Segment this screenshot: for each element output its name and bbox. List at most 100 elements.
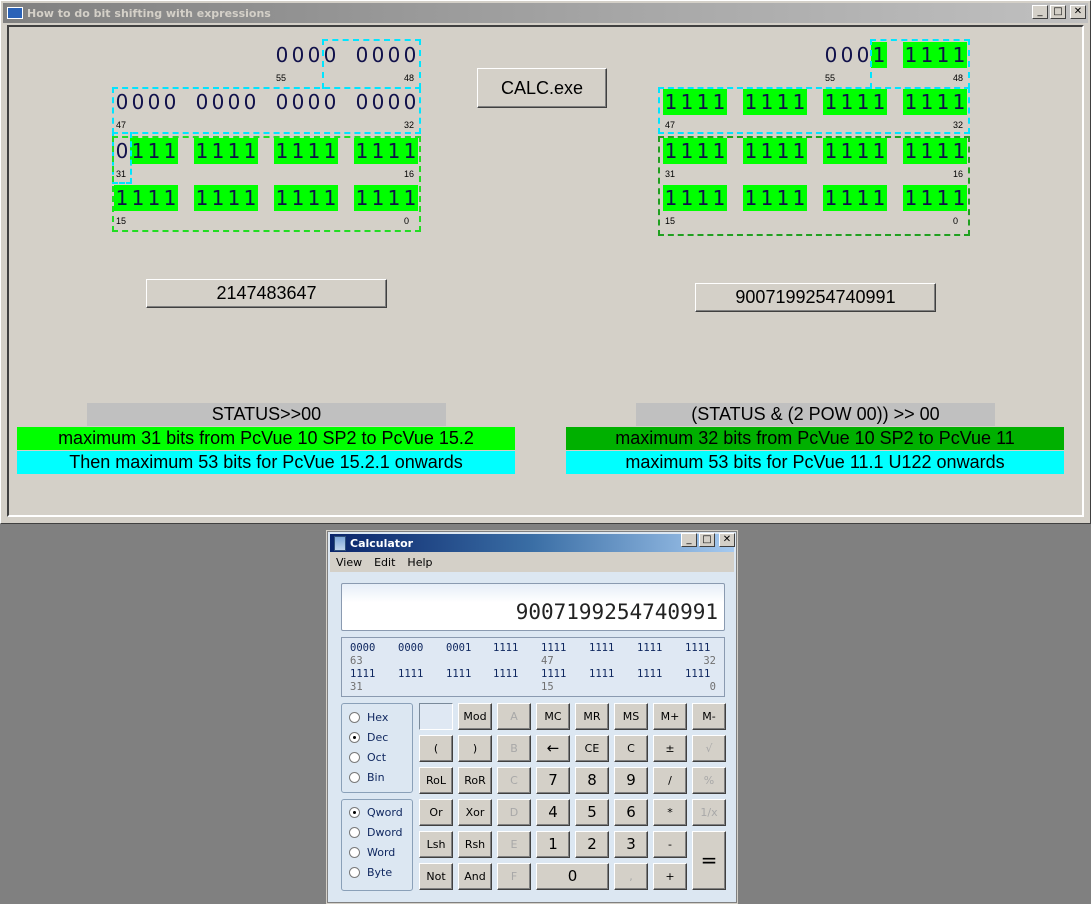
right-note-green: maximum 32 bits from PcVue 10 SP2 to PcV…	[566, 427, 1064, 450]
menu-help[interactable]: Help	[407, 556, 432, 569]
calc-button-back[interactable]: ←	[536, 735, 570, 762]
calc-button-n2[interactable]: 2	[575, 831, 609, 858]
calc-exe-button[interactable]: CALC.exe	[477, 68, 607, 108]
calc-button-pm[interactable]: ±	[653, 735, 687, 762]
radio-label: Hex	[367, 711, 389, 724]
calc-button-cc[interactable]: C	[497, 767, 531, 794]
calc-button-pct[interactable]: %	[692, 767, 726, 794]
main-titlebar[interactable]: How to do bit shifting with expressions	[3, 3, 1088, 23]
radio-label: Qword	[367, 806, 403, 819]
right-note-cyan: maximum 53 bits for PcVue 11.1 U122 onwa…	[566, 451, 1064, 474]
calc-close-button[interactable]: ✕	[719, 533, 735, 547]
radio-label: Oct	[367, 751, 387, 764]
calc-button-sqrt[interactable]: √	[692, 735, 726, 762]
calc-button-mul[interactable]: *	[653, 799, 687, 826]
radio-dword[interactable]: Dword	[349, 826, 403, 839]
radio-bin[interactable]: Bin	[349, 771, 385, 784]
radio-label: Bin	[367, 771, 385, 784]
calc-button-n0[interactable]: 0	[536, 863, 609, 890]
calc-button-add[interactable]: +	[653, 863, 687, 890]
calc-button-and[interactable]: And	[458, 863, 492, 890]
calculator-titlebar[interactable]: Calculator	[330, 534, 734, 552]
bit-cell: 0	[275, 43, 289, 67]
calc-button-n4[interactable]: 4	[536, 799, 570, 826]
calc-button-n3[interactable]: 3	[614, 831, 648, 858]
calc-button-ms[interactable]: MS	[614, 703, 648, 730]
radio-circle-icon[interactable]	[349, 712, 360, 723]
calc-button-div[interactable]: /	[653, 767, 687, 794]
radio-label: Dec	[367, 731, 389, 744]
window-controls: _ □ ✕	[1032, 5, 1086, 19]
calc-button-rol[interactable]: RoL	[419, 767, 453, 794]
left-note-green: maximum 31 bits from PcVue 10 SP2 to PcV…	[17, 427, 515, 450]
calc-maximize-button[interactable]: □	[699, 533, 715, 547]
radio-circle-icon[interactable]	[349, 772, 360, 783]
radio-circle-icon[interactable]	[349, 827, 360, 838]
calc-button-n6[interactable]: 6	[614, 799, 648, 826]
calc-button-inv[interactable]: 1/x	[692, 799, 726, 826]
radio-label: Dword	[367, 826, 403, 839]
calc-button-mod[interactable]: Mod	[458, 703, 492, 730]
radio-dec[interactable]: Dec	[349, 731, 388, 744]
calc-button-ce[interactable]: CE	[575, 735, 609, 762]
calc-button-mplus[interactable]: M+	[653, 703, 687, 730]
radio-byte[interactable]: Byte	[349, 866, 392, 879]
calc-button-xor[interactable]: Xor	[458, 799, 492, 826]
calc-button-e[interactable]: E	[497, 831, 531, 858]
right-value-display: 9007199254740991	[695, 283, 936, 312]
calculator-display: 9007199254740991	[341, 583, 725, 631]
calculator-icon	[334, 535, 346, 551]
calc-button-mc[interactable]: MC	[536, 703, 570, 730]
menu-view[interactable]: View	[336, 556, 362, 569]
radio-qword[interactable]: Qword	[349, 806, 403, 819]
menu-edit[interactable]: Edit	[374, 556, 395, 569]
close-button[interactable]: ✕	[1070, 5, 1086, 19]
calculator-window: Calculator _ □ ✕ View Edit Help 90071992…	[326, 530, 738, 904]
radio-hex[interactable]: Hex	[349, 711, 388, 724]
calc-button-sub[interactable]: -	[653, 831, 687, 858]
radio-circle-icon[interactable]	[349, 732, 360, 743]
binary-bit-index: 32	[703, 655, 716, 667]
calc-button-rsh[interactable]: Rsh	[458, 831, 492, 858]
calc-button-f[interactable]: F	[497, 863, 531, 890]
calc-button-ror[interactable]: RoR	[458, 767, 492, 794]
calc-button-n1[interactable]: 1	[536, 831, 570, 858]
binary-nibble: 0001	[446, 642, 472, 654]
calc-button-c[interactable]: C	[614, 735, 648, 762]
radio-circle-icon[interactable]	[349, 752, 360, 763]
radio-label: Word	[367, 846, 396, 859]
radio-circle-icon[interactable]	[349, 867, 360, 878]
calc-button-d[interactable]: D	[497, 799, 531, 826]
right-upper-frame	[870, 39, 970, 89]
calc-button-eq[interactable]: =	[692, 831, 726, 890]
calc-button-not[interactable]: Not	[419, 863, 453, 890]
left-mid-frame	[112, 87, 421, 134]
memory-indicator	[419, 703, 453, 730]
bit-cell: 0	[307, 43, 321, 67]
calc-button-n5[interactable]: 5	[575, 799, 609, 826]
radio-circle-icon[interactable]	[349, 807, 360, 818]
calc-button-n9[interactable]: 9	[614, 767, 648, 794]
calculator-window-controls: _ □ ✕	[681, 533, 735, 547]
calc-button-lsh[interactable]: Lsh	[419, 831, 453, 858]
calc-button-b[interactable]: B	[497, 735, 531, 762]
bit-cell: 0	[291, 43, 305, 67]
calc-minimize-button[interactable]: _	[681, 533, 697, 547]
binary-bit-index: 47	[541, 655, 554, 667]
binary-nibble: 1111	[541, 668, 567, 680]
calc-button-mminus[interactable]: M-	[692, 703, 726, 730]
radio-word[interactable]: Word	[349, 846, 395, 859]
minimize-button[interactable]: _	[1032, 5, 1048, 19]
radio-oct[interactable]: Oct	[349, 751, 386, 764]
calc-button-lparen[interactable]: (	[419, 735, 453, 762]
calc-button-dot[interactable]: ,	[614, 863, 648, 890]
calc-button-or[interactable]: Or	[419, 799, 453, 826]
maximize-button[interactable]: □	[1050, 5, 1066, 19]
calc-button-rparen[interactable]: )	[458, 735, 492, 762]
calc-button-n7[interactable]: 7	[536, 767, 570, 794]
app-icon	[7, 7, 23, 19]
calc-button-a[interactable]: A	[497, 703, 531, 730]
calc-button-n8[interactable]: 8	[575, 767, 609, 794]
radio-circle-icon[interactable]	[349, 847, 360, 858]
calc-button-mr[interactable]: MR	[575, 703, 609, 730]
